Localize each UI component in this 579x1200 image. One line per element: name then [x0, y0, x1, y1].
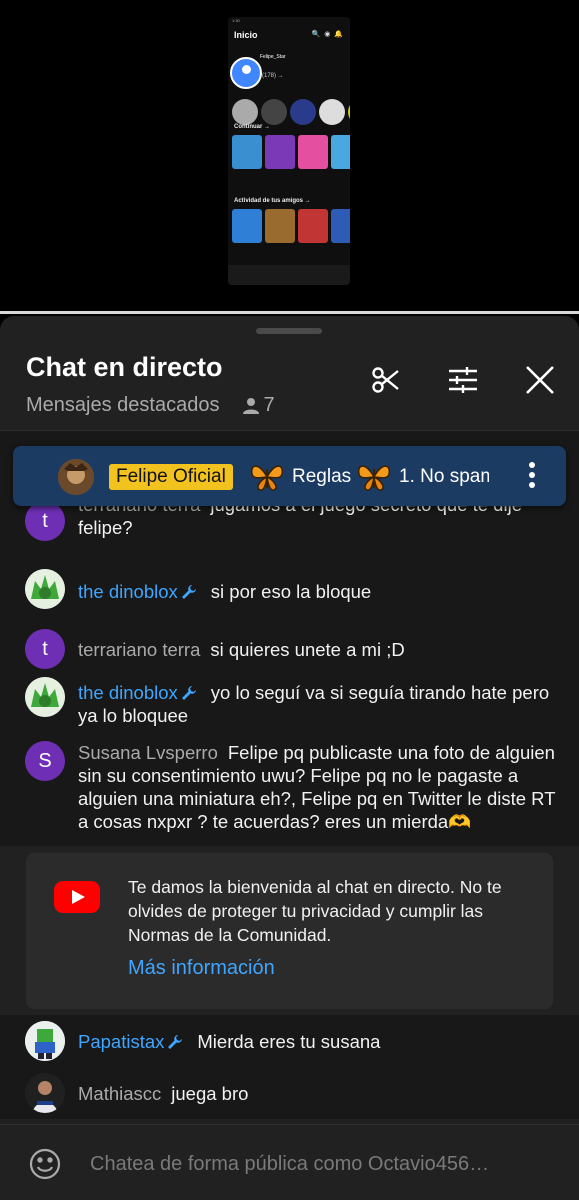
- message-body: Papatistax Mierda eres tu susana: [78, 1030, 558, 1053]
- avatar[interactable]: [25, 677, 65, 717]
- author-name: the dinoblox: [78, 682, 178, 703]
- author-name: Papatistax: [78, 1031, 165, 1052]
- butterfly-icon: [356, 460, 392, 494]
- wrench-icon: [181, 582, 197, 599]
- phone-friend-circles: [232, 99, 350, 125]
- message-text: juega bro: [171, 1083, 249, 1104]
- phone-continue: Continuar →: [234, 124, 270, 130]
- message-text: si por eso la bloque: [210, 581, 372, 602]
- chat-message-input[interactable]: [90, 1147, 550, 1181]
- welcome-card: Te damos la bienvenida al chat en direct…: [26, 853, 553, 1009]
- youtube-logo-icon: [54, 881, 100, 913]
- owner-badge[interactable]: Felipe Oficial: [109, 464, 233, 490]
- avatar[interactable]: S: [25, 741, 65, 781]
- video-progress-bar[interactable]: [0, 311, 579, 314]
- scissors-icon[interactable]: [368, 362, 404, 398]
- phone-status-bar: 1:30: [232, 18, 240, 23]
- avatar[interactable]: t: [25, 629, 65, 669]
- phone-friends: (178) →: [262, 73, 284, 79]
- avatar[interactable]: [25, 569, 65, 609]
- message-body: Susana Lvsperro Felipe pq publicaste una …: [78, 741, 558, 833]
- viewer-count: 7: [263, 394, 275, 416]
- learn-more-link[interactable]: Más información: [128, 957, 275, 980]
- chat-input-bar: [0, 1124, 579, 1200]
- chat-subtitle-row[interactable]: Mensajes destacados 7: [26, 394, 275, 417]
- phone-activity: Actividad de tus amigos →: [234, 198, 311, 204]
- phone-activity-tiles: [232, 209, 350, 243]
- message-text: Mierda eres tu susana: [197, 1031, 381, 1052]
- message-author[interactable]: the dinoblox: [78, 682, 201, 703]
- message-author[interactable]: Susana Lvsperro: [78, 742, 218, 763]
- chat-mode-label[interactable]: Mensajes destacados: [26, 394, 219, 417]
- message-author[interactable]: Papatistax: [78, 1031, 187, 1052]
- welcome-text: Te damos la bienvenida al chat en direct…: [128, 877, 502, 945]
- phone-username: Felipe_Star: [260, 54, 286, 60]
- message-author[interactable]: terrariano terra: [78, 639, 200, 660]
- close-icon[interactable]: [522, 362, 558, 398]
- author-name: the dinoblox: [78, 581, 178, 602]
- more-vert-icon[interactable]: [527, 462, 537, 492]
- phone-avatar: [230, 57, 262, 89]
- butterfly-icon: [249, 460, 285, 494]
- pinned-message-banner[interactable]: Felipe Oficial Reglas 1. No spam: [13, 446, 566, 506]
- wrench-icon: [181, 683, 197, 700]
- phone-game-tiles: [232, 135, 350, 169]
- avatar[interactable]: t: [25, 501, 65, 541]
- drag-handle[interactable]: [256, 328, 322, 334]
- avatar[interactable]: [25, 1021, 65, 1061]
- message-body: Mathiascc juega bro: [78, 1082, 558, 1105]
- live-chat-panel: Chat en directo Mensajes destacados 7 t …: [0, 316, 579, 1200]
- avatar[interactable]: [25, 1073, 65, 1113]
- emoji-icon[interactable]: [28, 1147, 62, 1181]
- video-frame-phone-screen: 1:30 Inicio 🔍 ◉ 🔔 Felipe_Star (178) → Co…: [228, 17, 350, 285]
- message-body: the dinoblox si por eso la bloque: [78, 580, 558, 603]
- chat-title: Chat en directo: [26, 352, 223, 382]
- chat-messages-list-bottom[interactable]: Papatistax Mierda eres tu susana Mathiasc…: [0, 1015, 579, 1119]
- phone-title: Inicio: [234, 30, 258, 40]
- message-body: the dinoblox yo lo seguí va si seguía tir…: [78, 681, 558, 727]
- message-text: si quieres unete a mi ;D: [210, 639, 405, 660]
- message-body: terrariano terra si quieres unete a mi ;D: [78, 638, 558, 661]
- message-author[interactable]: the dinoblox: [78, 581, 201, 602]
- pinned-text: 1. No spam: [399, 466, 489, 487]
- owner-avatar[interactable]: [58, 459, 94, 495]
- pinned-text: Reglas: [292, 466, 352, 487]
- person-icon: [241, 396, 261, 416]
- message-author[interactable]: Mathiascc: [78, 1083, 161, 1104]
- tune-icon[interactable]: [445, 362, 481, 398]
- wrench-icon: [167, 1032, 183, 1049]
- phone-header-icons: 🔍 ◉ 🔔: [311, 31, 344, 38]
- video-player[interactable]: 1:30 Inicio 🔍 ◉ 🔔 Felipe_Star (178) → Co…: [0, 0, 579, 312]
- phone-nav-bar: [228, 265, 350, 285]
